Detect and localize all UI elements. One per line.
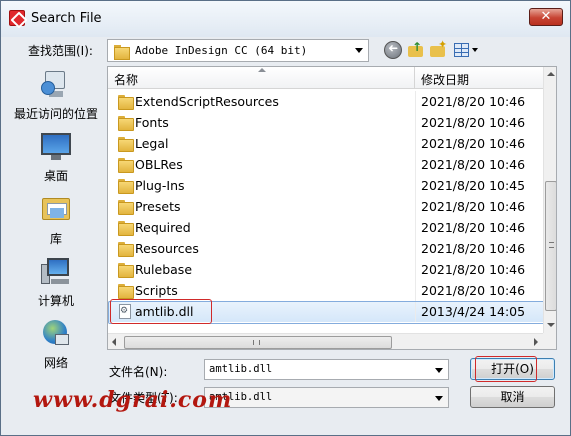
desktop-icon [39, 131, 73, 163]
file-name: Rulebase [135, 262, 193, 277]
recent-places-icon [39, 69, 73, 101]
places-bar: 最近访问的位置 桌面 库 计算机 网络 [7, 65, 105, 385]
network-icon [39, 318, 73, 350]
table-row[interactable]: Plug-Ins 2021/8/20 10:45 [108, 175, 543, 196]
scroll-up-icon[interactable] [544, 67, 556, 82]
folder-icon [118, 116, 134, 131]
scroll-down-icon[interactable] [544, 318, 556, 333]
highlight-box-open [475, 356, 537, 382]
file-date: 2021/8/20 10:46 [421, 157, 526, 172]
file-date: 2021/8/20 10:46 [421, 283, 526, 298]
cancel-button[interactable]: 取消 [470, 386, 555, 408]
lookin-label: 查找范围(I): [28, 44, 93, 58]
file-name: ExtendScriptResources [135, 94, 279, 109]
table-row[interactable]: Required 2021/8/20 10:46 [108, 217, 543, 238]
lookin-value: Adobe InDesign CC (64 bit) [135, 44, 308, 57]
table-row[interactable]: Rulebase 2021/8/20 10:46 [108, 259, 543, 280]
file-name: Presets [135, 199, 181, 214]
file-date: 2021/8/20 10:46 [421, 241, 526, 256]
file-date: 2021/8/20 10:46 [421, 199, 526, 214]
folder-icon [118, 242, 134, 257]
table-row[interactable]: Scripts 2021/8/20 10:46 [108, 280, 543, 301]
file-date: 2021/8/20 10:46 [421, 115, 526, 130]
column-date-label: 修改日期 [421, 73, 470, 87]
place-label: 最近访问的位置 [13, 107, 98, 121]
table-row[interactable]: Presets 2021/8/20 10:46 [108, 196, 543, 217]
table-row[interactable]: OBLRes 2021/8/20 10:46 [108, 154, 543, 175]
filename-input[interactable]: amtlib.dll [204, 359, 449, 380]
back-icon[interactable] [384, 41, 402, 59]
folder-icon [118, 221, 134, 236]
highlight-box-file [110, 299, 212, 324]
file-date: 2021/8/20 10:46 [421, 94, 526, 109]
table-row[interactable]: Resources 2021/8/20 10:46 [108, 238, 543, 259]
file-date: 2021/8/20 10:46 [421, 220, 526, 235]
title-bar: Search File ✕ [1, 1, 570, 37]
place-desktop[interactable]: 桌面 [7, 131, 105, 184]
horizontal-scrollbar[interactable] [108, 333, 543, 349]
column-name-label: 名称 [114, 73, 139, 87]
folder-icon [118, 95, 134, 110]
file-name: Fonts [135, 115, 169, 130]
lookin-dropdown[interactable]: Adobe InDesign CC (64 bit) [107, 39, 369, 62]
view-menu-icon[interactable] [453, 41, 479, 59]
table-row[interactable]: ExtendScriptResources 2021/8/20 10:46 [108, 91, 543, 112]
table-row[interactable]: Legal 2021/8/20 10:46 [108, 133, 543, 154]
file-date: 2013/4/24 14:05 [421, 304, 526, 319]
place-recent[interactable]: 最近访问的位置 [7, 69, 105, 122]
chevron-down-icon[interactable] [435, 396, 443, 401]
folder-icon [118, 200, 134, 215]
libraries-icon [39, 194, 73, 226]
table-row[interactable]: Fonts 2021/8/20 10:46 [108, 112, 543, 133]
watermark: www.dgrai.com [33, 387, 233, 413]
folder-icon [118, 179, 134, 194]
file-name: Legal [135, 136, 169, 151]
place-libraries[interactable]: 库 [7, 194, 105, 247]
scroll-right-icon[interactable] [528, 334, 543, 349]
file-name: Scripts [135, 283, 178, 298]
place-network[interactable]: 网络 [7, 318, 105, 371]
chevron-down-icon[interactable] [435, 368, 443, 373]
filename-label: 文件名(N): [109, 365, 168, 379]
column-date[interactable]: 修改日期 [416, 67, 543, 89]
filetype-dropdown[interactable]: amtlib.dll [204, 387, 449, 408]
window-title: Search File [31, 11, 102, 26]
folder-icon [118, 137, 134, 152]
new-folder-icon[interactable]: ✦ [429, 38, 447, 59]
column-header: 名称 修改日期 [108, 67, 543, 89]
place-label: 网络 [43, 356, 68, 370]
place-computer[interactable]: 计算机 [7, 256, 105, 309]
file-name: OBLRes [135, 157, 183, 172]
column-name[interactable]: 名称 [108, 67, 415, 89]
search-file-dialog: Search File ✕ 查找范围(I): Adobe InDesign CC… [0, 0, 571, 436]
app-icon [9, 10, 25, 26]
chevron-down-icon [355, 48, 363, 53]
file-name: Resources [135, 241, 199, 256]
place-label: 库 [49, 232, 62, 246]
computer-icon [39, 256, 73, 288]
vertical-scrollbar[interactable] [543, 67, 556, 333]
scroll-corner [543, 333, 556, 349]
up-folder-icon[interactable]: ↑ [407, 40, 425, 59]
horizontal-scroll-thumb[interactable] [124, 336, 392, 349]
folder-icon [114, 45, 130, 60]
file-name: Plug-Ins [135, 178, 185, 193]
file-date: 2021/8/20 10:45 [421, 178, 526, 193]
sort-ascending-icon [258, 68, 266, 72]
scroll-left-icon[interactable] [108, 334, 123, 349]
file-name: Required [135, 220, 191, 235]
file-rows: ExtendScriptResources 2021/8/20 10:46 Fo… [108, 91, 545, 324]
close-button[interactable]: ✕ [529, 8, 563, 26]
filename-value: amtlib.dll [209, 363, 273, 375]
file-date: 2021/8/20 10:46 [421, 136, 526, 151]
folder-icon [118, 263, 134, 278]
vertical-scroll-thumb[interactable] [545, 181, 556, 311]
folder-icon [118, 284, 134, 299]
place-label: 计算机 [37, 294, 74, 308]
file-date: 2021/8/20 10:46 [421, 262, 526, 277]
folder-icon [118, 158, 134, 173]
place-label: 桌面 [43, 169, 68, 183]
